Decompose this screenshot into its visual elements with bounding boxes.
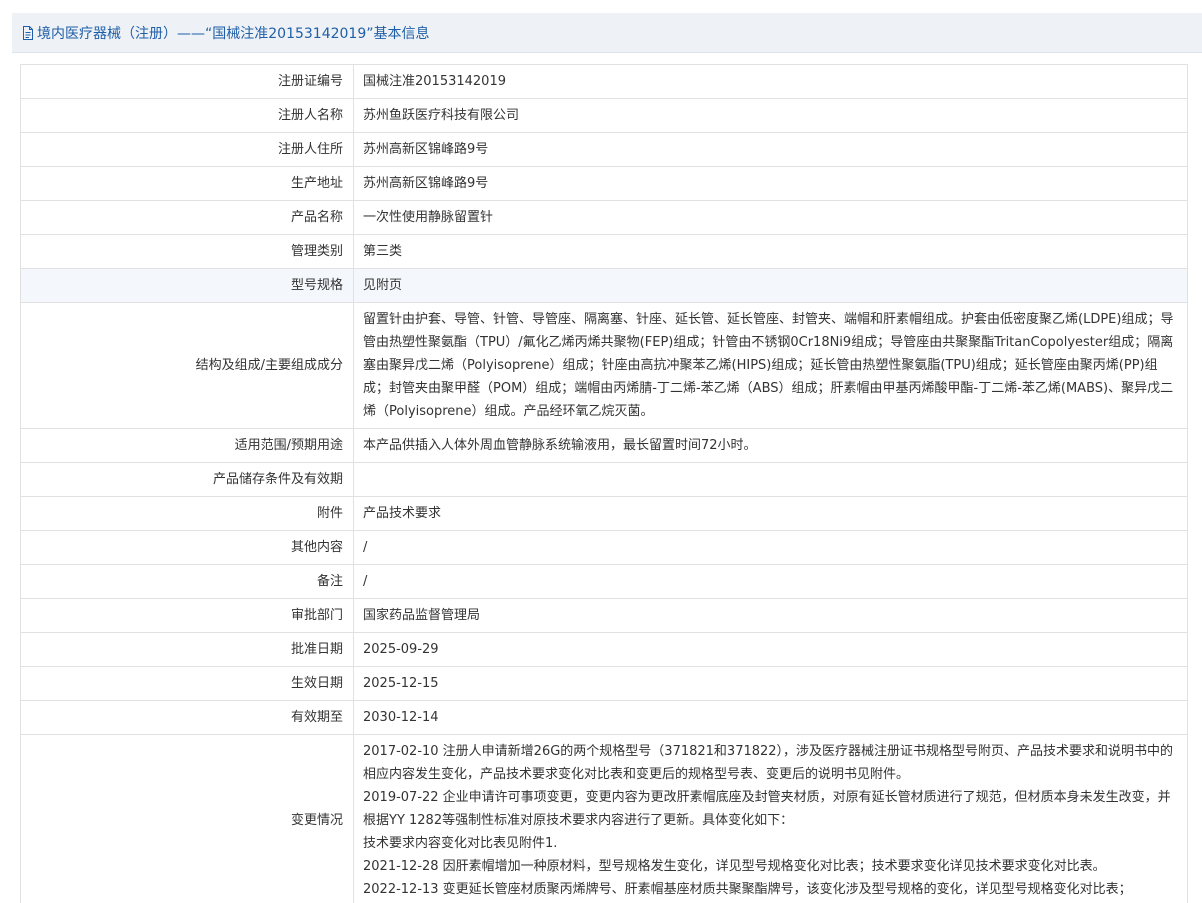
row-value: 苏州鱼跃医疗科技有限公司	[353, 98, 1188, 133]
row-label: 型号规格	[20, 268, 354, 303]
row-value: 留置针由护套、导管、针管、导管座、隔离塞、针座、延长管、延长管座、封管夹、端帽和…	[353, 302, 1188, 429]
row-label: 结构及组成/主要组成成分	[20, 302, 354, 429]
row-label: 其他内容	[20, 530, 354, 565]
table-row: 附件 产品技术要求	[20, 496, 1188, 531]
row-value	[353, 462, 1188, 497]
row-value: 见附页	[353, 268, 1188, 303]
change-entry: 2021-12-28 因肝素帽增加一种原材料，型号规格发生变化，详见型号规格变化…	[363, 859, 1106, 874]
row-value: 苏州高新区锦峰路9号	[353, 132, 1188, 167]
change-entry: 2022-12-13 变更延长管座材质聚丙烯牌号、肝素帽基座材质共聚聚酯牌号，该…	[363, 882, 1132, 897]
info-table-wrap: 注册证编号 国械注准20153142019 注册人名称 苏州鱼跃医疗科技有限公司…	[20, 64, 1188, 903]
row-label: 注册人名称	[20, 98, 354, 133]
info-table: 注册证编号 国械注准20153142019 注册人名称 苏州鱼跃医疗科技有限公司…	[20, 64, 1188, 903]
row-value: 产品技术要求	[353, 496, 1188, 531]
row-label: 附件	[20, 496, 354, 531]
row-label: 有效期至	[20, 700, 354, 735]
row-label: 适用范围/预期用途	[20, 428, 354, 463]
row-label: 注册人住所	[20, 132, 354, 167]
change-entry: 2019-07-22 企业申请许可事项变更，变更内容为更改肝素帽底座及封管夹材质…	[363, 790, 1171, 828]
row-label: 产品名称	[20, 200, 354, 235]
table-row: 注册人住所 苏州高新区锦峰路9号	[20, 132, 1188, 167]
row-value: 第三类	[353, 234, 1188, 269]
row-value: 2025-09-29	[353, 632, 1188, 667]
table-row: 有效期至 2030-12-14	[20, 700, 1188, 735]
page: 境内医疗器械（注册）——“国械注准20153142019”基本信息 注册证编号 …	[0, 0, 1202, 903]
row-label: 生效日期	[20, 666, 354, 701]
table-row: 其他内容 /	[20, 530, 1188, 565]
row-label: 审批部门	[20, 598, 354, 633]
table-row: 结构及组成/主要组成成分 留置针由护套、导管、针管、导管座、隔离塞、针座、延长管…	[20, 302, 1188, 429]
table-row: 注册人名称 苏州鱼跃医疗科技有限公司	[20, 98, 1188, 133]
change-entry: 技术要求内容变化对比表见附件1.	[363, 836, 558, 851]
table-row: 产品名称 一次性使用静脉留置针	[20, 200, 1188, 235]
table-row: 生效日期 2025-12-15	[20, 666, 1188, 701]
row-value: 国械注准20153142019	[353, 64, 1188, 99]
table-row: 批准日期 2025-09-29	[20, 632, 1188, 667]
row-label: 批准日期	[20, 632, 354, 667]
row-value: 2030-12-14	[353, 700, 1188, 735]
row-label: 备注	[20, 564, 354, 599]
table-row: 注册证编号 国械注准20153142019	[20, 64, 1188, 99]
table-row: 适用范围/预期用途 本产品供插入人体外周血管静脉系统输液用，最长留置时间72小时…	[20, 428, 1188, 463]
row-label: 产品储存条件及有效期	[20, 462, 354, 497]
row-label: 生产地址	[20, 166, 354, 201]
row-label: 注册证编号	[20, 64, 354, 99]
row-label: 管理类别	[20, 234, 354, 269]
row-value: 国家药品监督管理局	[353, 598, 1188, 633]
row-value: 本产品供插入人体外周血管静脉系统输液用，最长留置时间72小时。	[353, 428, 1188, 463]
table-row-highlighted: 型号规格 见附页	[20, 268, 1188, 303]
row-value: /	[353, 530, 1188, 565]
table-row: 管理类别 第三类	[20, 234, 1188, 269]
table-row-changes: 变更情况 2017-02-10 注册人申请新增26G的两个规格型号（371821…	[20, 734, 1188, 903]
title-bar: 境内医疗器械（注册）——“国械注准20153142019”基本信息	[12, 13, 1202, 53]
page-title: 境内医疗器械（注册）——“国械注准20153142019”基本信息	[37, 25, 430, 42]
change-history: 2017-02-10 注册人申请新增26G的两个规格型号（371821和3718…	[353, 734, 1188, 903]
row-label: 变更情况	[20, 734, 354, 903]
table-row: 生产地址 苏州高新区锦峰路9号	[20, 166, 1188, 201]
row-value: 一次性使用静脉留置针	[353, 200, 1188, 235]
row-value: 2025-12-15	[353, 666, 1188, 701]
change-entry: 2017-02-10 注册人申请新增26G的两个规格型号（371821和3718…	[363, 744, 1174, 782]
table-row: 审批部门 国家药品监督管理局	[20, 598, 1188, 633]
table-row: 产品储存条件及有效期	[20, 462, 1188, 497]
row-value: /	[353, 564, 1188, 599]
row-value: 苏州高新区锦峰路9号	[353, 166, 1188, 201]
table-row: 备注 /	[20, 564, 1188, 599]
document-icon	[22, 25, 34, 40]
